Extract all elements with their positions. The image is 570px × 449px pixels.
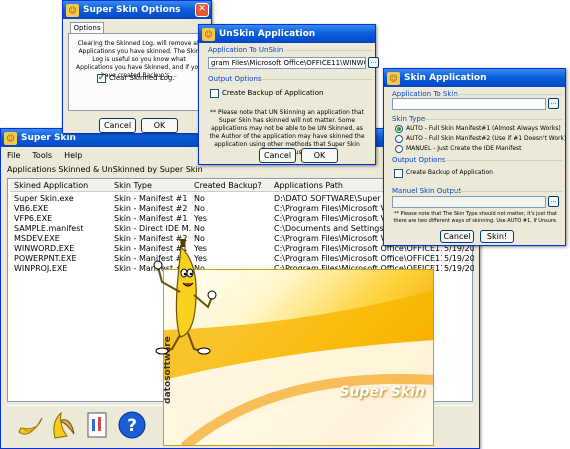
unskin-banana-icon[interactable] xyxy=(47,410,77,440)
menu-file[interactable]: File xyxy=(7,151,20,160)
options-ok-button[interactable]: OK xyxy=(141,118,178,133)
cell-app: WINPROJ.EXE xyxy=(14,264,68,273)
skin-go-button[interactable]: Skin! xyxy=(480,230,514,243)
manuel-output-input[interactable] xyxy=(392,196,546,208)
unskin-browse-button[interactable]: … xyxy=(368,57,379,68)
skin-path-input[interactable] xyxy=(392,98,546,110)
app-icon: ☺ xyxy=(387,71,400,85)
main-title: Super Skin xyxy=(21,133,76,143)
options-cancel-button[interactable]: Cancel xyxy=(99,118,136,133)
options-icon[interactable] xyxy=(85,411,111,439)
unskin-cancel-button[interactable]: Cancel xyxy=(259,148,296,163)
divider xyxy=(424,119,562,120)
unskin-backup-label: Create Backup of Application xyxy=(222,89,324,97)
manuel-output-label: Manuel Skin Output xyxy=(392,187,462,195)
divider xyxy=(440,160,562,161)
unskin-titlebar[interactable]: ☺ UnSkin Application xyxy=(199,25,375,43)
skin-browse-button[interactable]: … xyxy=(548,98,559,109)
cell-date: 5/19/20 xyxy=(444,264,474,273)
skin-type-auto2-label: AUTO - Full Skin Manifest#2 (Use if #1 D… xyxy=(406,135,567,142)
unskin-group-label: Application To UnSkin xyxy=(208,46,284,54)
col-app[interactable]: Skined Application xyxy=(14,181,88,190)
cell-type: Skin - Direct IDE M... xyxy=(114,224,192,233)
col-type[interactable]: Skin Type xyxy=(114,181,152,190)
unskin-ok-button[interactable]: OK xyxy=(301,148,338,163)
cell-app: SAMPLE.manifest xyxy=(14,224,84,233)
skin-type-radio-auto1[interactable] xyxy=(395,125,403,133)
divider xyxy=(285,50,373,51)
cell-type: Skin - Manifest #1 xyxy=(114,214,188,223)
col-path[interactable]: Applications Path xyxy=(274,181,343,190)
menu-help[interactable]: Help xyxy=(64,151,82,160)
skin-backup-checkbox[interactable] xyxy=(394,169,403,178)
skin-type-radio-manuel[interactable] xyxy=(395,145,403,153)
cell-type: Skin - Manifest #2 xyxy=(114,204,188,213)
options-dialog: ☺ Super Skin Options ✕ Options Clearing … xyxy=(62,0,212,134)
cell-backup: Yes xyxy=(194,214,207,223)
unskin-dialog: ☺ UnSkin Application Application To UnSk… xyxy=(198,24,379,165)
table-row[interactable]: POWERPNT.EXE Skin - Manifest #1 Yes C:\Prog… xyxy=(10,254,474,264)
unskin-path-input[interactable]: gram Files\Microsoft Office\OFFICE11\WIN… xyxy=(208,57,366,69)
manuel-browse-button[interactable]: … xyxy=(548,196,559,207)
app-icon: ☺ xyxy=(4,131,17,145)
cell-backup: No xyxy=(194,204,205,213)
cell-app: POWERPNT.EXE xyxy=(14,254,77,263)
cell-app: VFP6.EXE xyxy=(14,214,53,223)
cell-app: MSDEV.EXE xyxy=(14,234,60,243)
skin-note: ** Please note that The Skin Type should… xyxy=(393,211,558,224)
options-panel: Clearing the Skinned Log, will remove al… xyxy=(68,33,208,111)
cell-app: WINWORD.EXE xyxy=(14,244,75,253)
app-icon: ☺ xyxy=(66,3,79,17)
cell-path: C:\Program Files\Microsoft Office\OFFICE… xyxy=(274,254,442,263)
skin-type-manuel-label: MANUEL - Just Create the IDE Manifest xyxy=(406,145,522,152)
skin-titlebar[interactable]: ☺ Skin Application xyxy=(384,69,565,87)
clear-log-checkbox[interactable] xyxy=(97,73,106,83)
unskin-backup-checkbox[interactable] xyxy=(210,89,219,98)
col-backup[interactable]: Created Backup? xyxy=(194,181,262,190)
options-titlebar[interactable]: ☺ Super Skin Options ✕ xyxy=(63,1,211,19)
skin-output-label: Output Options xyxy=(392,156,446,164)
cell-app: Super Skin.exe xyxy=(14,194,74,203)
banana-mascot xyxy=(150,237,220,357)
skin-title: Skin Application xyxy=(404,73,487,83)
skin-cancel-button[interactable]: Cancel xyxy=(440,230,474,243)
skin-type-label: Skin Type xyxy=(392,115,426,123)
cell-app: VB6.EXE xyxy=(14,204,49,213)
app-icon: ☺ xyxy=(202,27,215,41)
skin-banana-icon[interactable] xyxy=(15,410,45,440)
cell-type: Skin - Manifest #1 xyxy=(114,194,188,203)
menu-tools[interactable]: Tools xyxy=(32,151,52,160)
cell-date: 5/19/20 xyxy=(444,254,474,263)
cell-backup: No xyxy=(194,194,205,203)
skin-group-label: Application To Skin xyxy=(392,90,458,98)
unskin-title: UnSkin Application xyxy=(219,29,316,39)
divider xyxy=(452,191,562,192)
divider xyxy=(261,79,373,80)
skin-type-radio-auto2[interactable] xyxy=(395,135,403,143)
unskin-output-label: Output Options xyxy=(208,75,262,83)
splash-product: Super Skin xyxy=(339,384,425,400)
svg-text:?: ? xyxy=(127,416,137,436)
divider xyxy=(452,94,562,95)
list-caption: Applications Skinned & UnSkinned by Supe… xyxy=(7,165,203,174)
close-icon[interactable]: ✕ xyxy=(195,3,209,17)
skin-backup-label: Create Backup of Application xyxy=(406,169,493,176)
skin-dialog: ☺ Skin Application Application To Skin …… xyxy=(383,68,566,246)
clear-log-label: Clear Skinned Log. xyxy=(109,74,175,82)
cell-backup: No xyxy=(194,224,205,233)
skin-type-auto1-label: AUTO - Full Skin Manifest#1 (Almost Alwa… xyxy=(406,125,561,132)
help-icon[interactable]: ? xyxy=(117,410,147,440)
options-title: Super Skin Options xyxy=(83,5,181,15)
